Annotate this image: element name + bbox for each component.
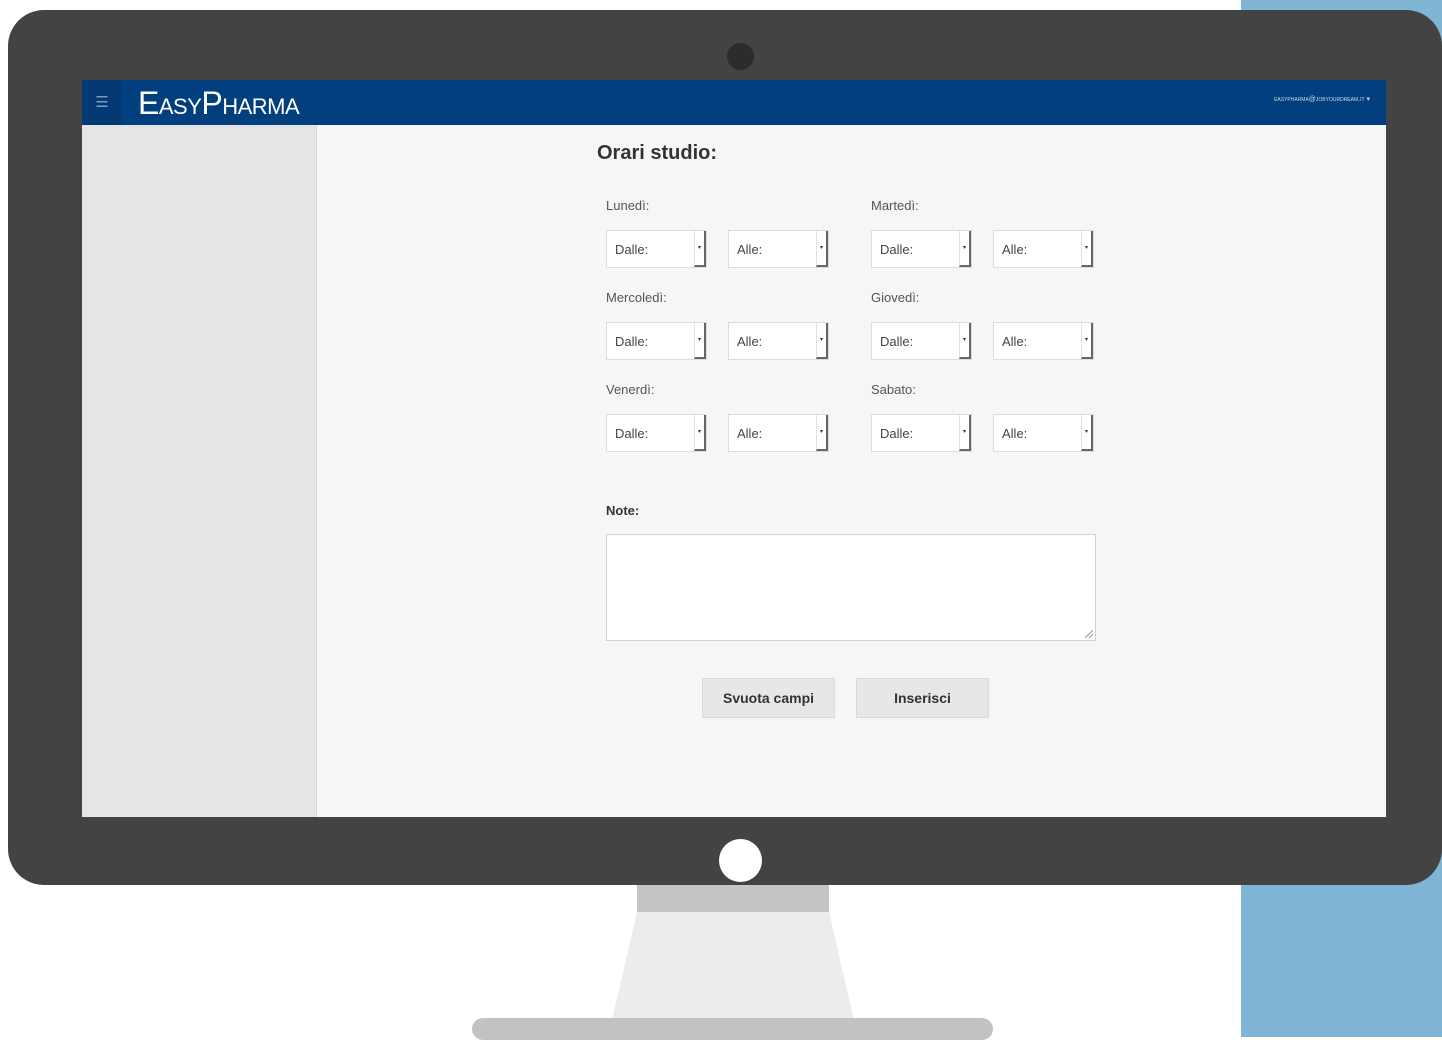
select-value: Dalle: xyxy=(615,241,649,257)
select-value: Alle: xyxy=(1002,241,1028,257)
app-screen: ☰ EasyPharma easypharma@jobyourdream.it … xyxy=(82,80,1386,817)
chevron-down-icon: ▾ xyxy=(816,231,828,267)
giovedi-from-select[interactable]: Dalle: ▾ xyxy=(871,322,972,360)
mercoledi-from-select[interactable]: Dalle: ▾ xyxy=(606,322,707,360)
day-label-venerdi: Venerdì: xyxy=(606,382,655,397)
select-value: Dalle: xyxy=(615,425,649,441)
giovedi-to-select[interactable]: Alle: ▾ xyxy=(993,322,1094,360)
sabato-to-select[interactable]: Alle: ▾ xyxy=(993,414,1094,452)
select-value: Alle: xyxy=(737,425,763,441)
chevron-down-icon: ▾ xyxy=(694,415,706,451)
day-label-lunedi: Lunedì: xyxy=(606,198,650,213)
select-value: Alle: xyxy=(737,333,763,349)
day-label-martedi: Martedì: xyxy=(871,198,919,213)
chevron-down-icon: ▾ xyxy=(694,323,706,359)
day-label-sabato: Sabato: xyxy=(871,382,916,397)
lunedi-from-select[interactable]: Dalle: ▾ xyxy=(606,230,707,268)
page-title: Orari studio: xyxy=(597,142,718,164)
select-value: Alle: xyxy=(737,241,763,257)
martedi-to-select[interactable]: Alle: ▾ xyxy=(993,230,1094,268)
app-logo: EasyPharma xyxy=(138,85,300,121)
hamburger-menu-icon[interactable]: ☰ xyxy=(82,80,122,125)
submit-button[interactable]: Inserisci xyxy=(856,678,989,718)
notes-textarea[interactable] xyxy=(606,534,1096,641)
chevron-down-icon: ▾ xyxy=(816,415,828,451)
chevron-down-icon: ▾ xyxy=(1081,415,1093,451)
martedi-from-select[interactable]: Dalle: ▾ xyxy=(871,230,972,268)
clear-fields-button[interactable]: Svuota campi xyxy=(702,678,835,718)
venerdi-to-select[interactable]: Alle: ▾ xyxy=(728,414,829,452)
venerdi-from-select[interactable]: Dalle: ▾ xyxy=(606,414,707,452)
chevron-down-icon: ▾ xyxy=(959,415,971,451)
resize-handle-icon[interactable] xyxy=(1085,630,1093,638)
mercoledi-to-select[interactable]: Alle: ▾ xyxy=(728,322,829,360)
chevron-down-icon: ▾ xyxy=(959,323,971,359)
select-value: Dalle: xyxy=(880,425,914,441)
select-value: Alle: xyxy=(1002,425,1028,441)
day-label-mercoledi: Mercoledì: xyxy=(606,290,667,305)
select-value: Dalle: xyxy=(880,241,914,257)
chevron-down-icon: ▾ xyxy=(816,323,828,359)
user-account-menu[interactable]: easypharma@jobyourdream.it ▾ xyxy=(1274,94,1370,106)
chevron-down-icon: ▾ xyxy=(1081,323,1093,359)
monitor-stand xyxy=(612,912,854,1020)
chevron-down-icon: ▾ xyxy=(1081,231,1093,267)
power-button xyxy=(719,839,762,882)
chevron-down-icon: ▾ xyxy=(694,231,706,267)
select-value: Dalle: xyxy=(880,333,914,349)
select-value: Alle: xyxy=(1002,333,1028,349)
notes-label: Note: xyxy=(606,503,640,518)
day-label-giovedi: Giovedì: xyxy=(871,290,920,305)
chevron-down-icon: ▾ xyxy=(959,231,971,267)
monitor-neck xyxy=(637,885,829,912)
select-value: Dalle: xyxy=(615,333,649,349)
sabato-from-select[interactable]: Dalle: ▾ xyxy=(871,414,972,452)
lunedi-to-select[interactable]: Alle: ▾ xyxy=(728,230,829,268)
top-navbar: ☰ EasyPharma easypharma@jobyourdream.it … xyxy=(82,80,1386,125)
camera-icon xyxy=(727,43,754,70)
sidebar xyxy=(82,125,317,817)
